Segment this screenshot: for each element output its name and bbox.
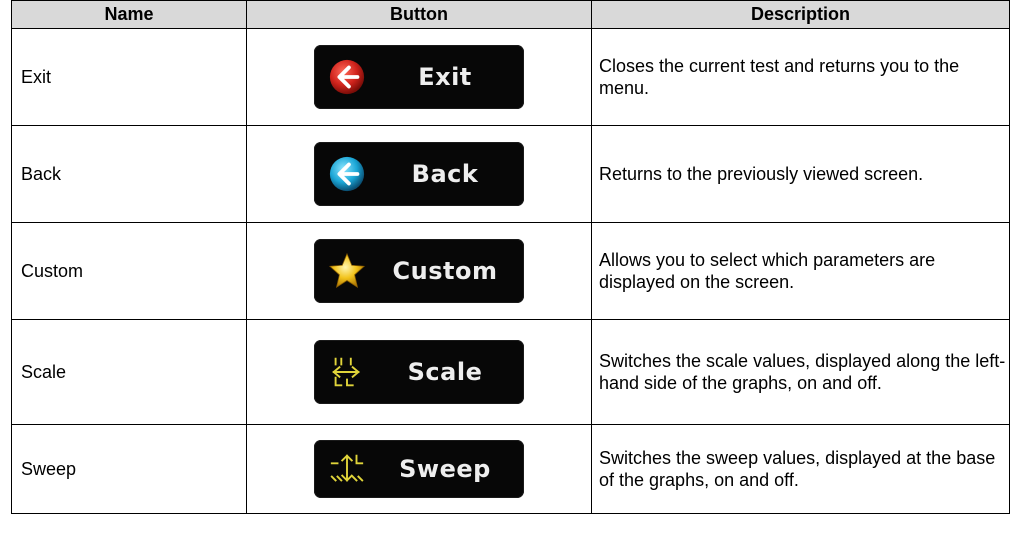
button-label: Scale [407,358,483,386]
header-description: Description [591,0,1010,29]
row-name: Scale [11,319,247,425]
button-label: Custom [392,257,498,285]
row-name: Sweep [11,424,247,514]
row-description: Switches the sweep values, displayed at … [591,424,1010,514]
button-label: Back [411,160,479,188]
custom-button[interactable]: Custom [314,239,524,303]
header-name: Name [11,0,247,29]
row-description: Allows you to select which parameters ar… [591,222,1010,320]
sweep-icon [330,454,364,482]
button-label: Sweep [399,455,491,483]
scale-button[interactable]: Scale [314,340,524,404]
table-row: Sweep Sweep Switches the sweep values, d… [11,424,1010,514]
row-description: Closes the current test and returns you … [591,28,1010,126]
row-description: Returns to the previously viewed screen. [591,125,1010,223]
star-icon [328,252,366,288]
sweep-button[interactable]: Sweep [314,440,524,498]
table-row: Scale Scale Switches the scale values, d… [11,319,1010,425]
row-name: Back [11,125,247,223]
row-name: Custom [11,222,247,320]
table-row: Custom Custom Allows you to select which… [11,222,1010,320]
table-header-row: Name Button Description [11,0,1010,29]
button-reference-table: Name Button Description Exit Exit Closes… [11,0,1010,514]
button-label: Exit [418,63,472,91]
exit-button[interactable]: Exit [314,45,524,109]
exit-arrow-red-icon [329,59,365,95]
table-row: Exit Exit Closes the current test and re… [11,28,1010,126]
scale-icon [332,357,360,387]
back-arrow-blue-icon [329,156,365,192]
row-description: Switches the scale values, displayed alo… [591,319,1010,425]
row-name: Exit [11,28,247,126]
table-row: Back Back Returns to the previously view… [11,125,1010,223]
back-button[interactable]: Back [314,142,524,206]
header-button: Button [246,0,592,29]
